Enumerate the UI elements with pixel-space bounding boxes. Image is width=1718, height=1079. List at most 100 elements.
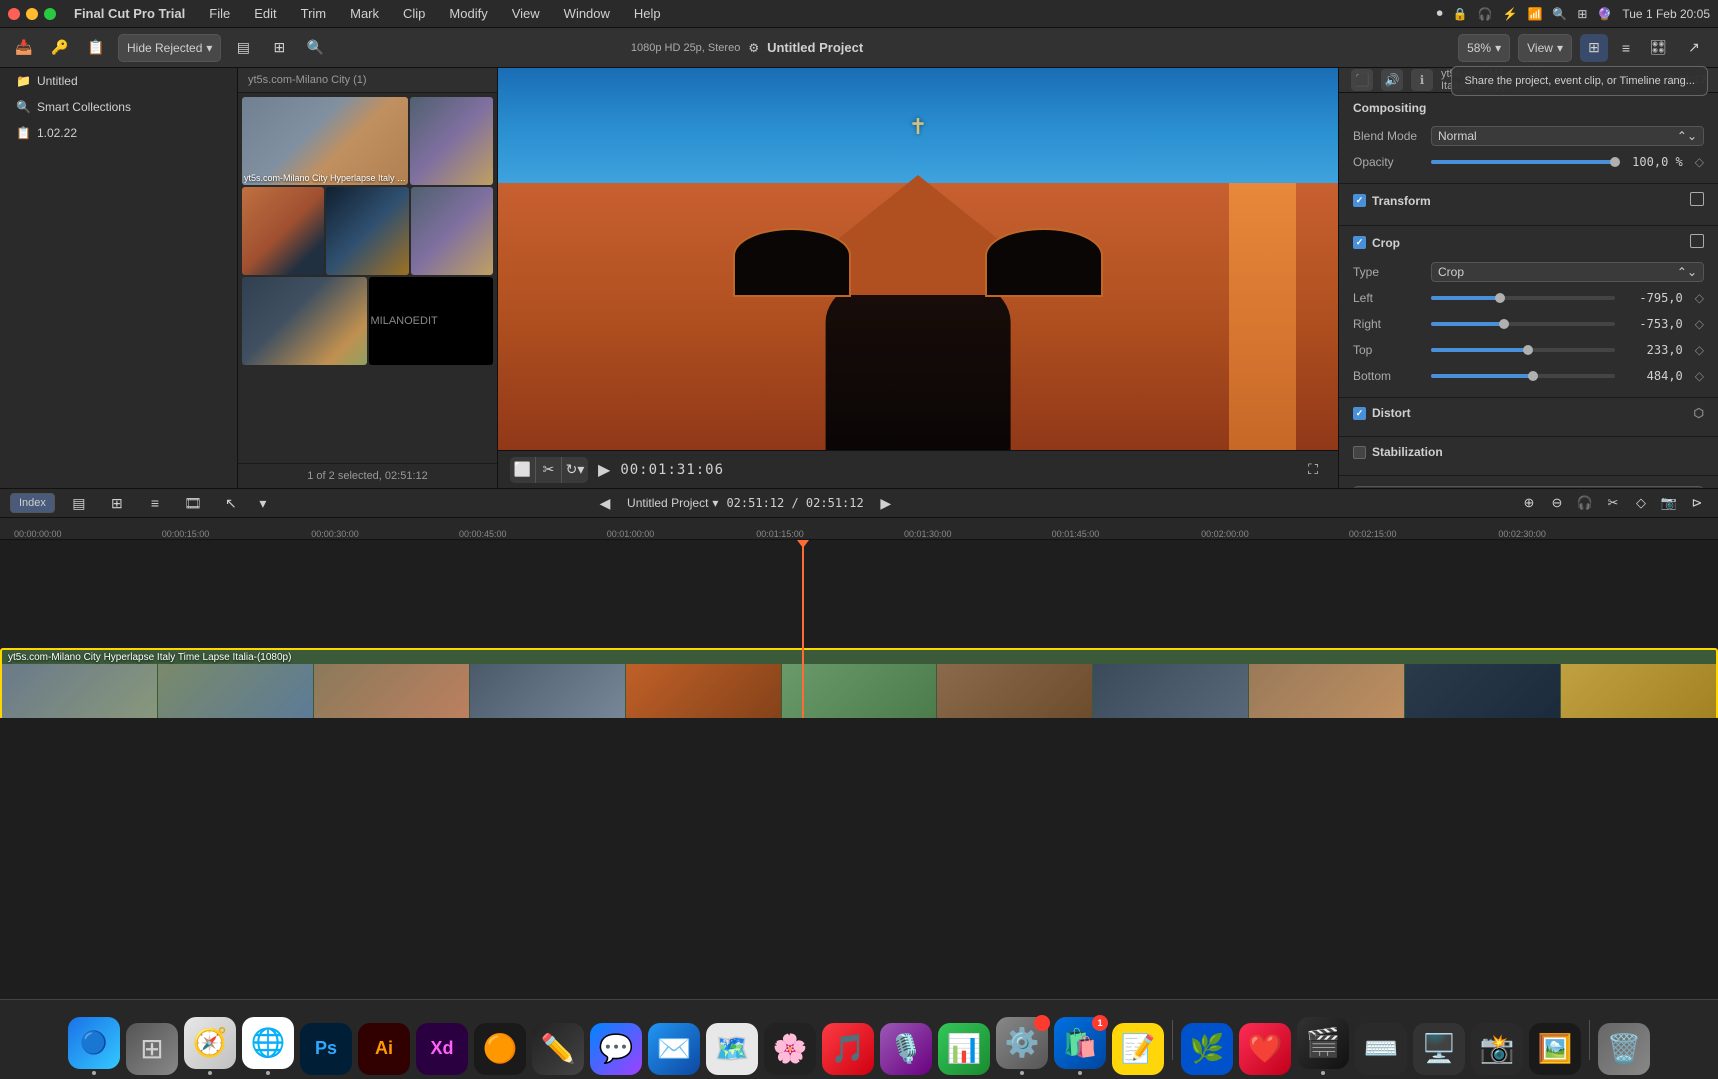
crop-top-reset[interactable]: ◇ — [1695, 343, 1704, 357]
crop-left-reset[interactable]: ◇ — [1695, 291, 1704, 305]
photoshop-icon[interactable]: Ps — [300, 1023, 352, 1075]
window-menu[interactable]: Window — [558, 4, 616, 23]
unknown1-icon[interactable]: 🖥️ — [1413, 1023, 1465, 1075]
cursor-dropdown[interactable]: ▾ — [249, 489, 277, 517]
timeline-next-btn[interactable]: ▶ — [872, 489, 900, 517]
crop-right-reset[interactable]: ◇ — [1695, 317, 1704, 331]
index-btn[interactable]: Index — [10, 493, 55, 513]
inspector-icon-btn2[interactable]: ≡ — [1612, 34, 1640, 62]
close-button[interactable] — [8, 8, 20, 20]
view-menu[interactable]: View — [506, 4, 546, 23]
timeline-headphones-btn[interactable]: 🎧 — [1574, 492, 1596, 514]
crop-right-slider[interactable] — [1431, 322, 1615, 326]
toolbar-import-btn[interactable]: 📥 — [10, 34, 38, 62]
playhead[interactable] — [802, 540, 804, 718]
share-btn[interactable]: ↗ Share the project, event clip, or Time… — [1680, 34, 1708, 62]
crop-left-thumb[interactable] — [1495, 293, 1505, 303]
thumbnail-clip7[interactable]: MILANOEDIT — [369, 277, 494, 365]
crop-top-slider[interactable] — [1431, 348, 1615, 352]
distort-expand-icon[interactable]: ⬡ — [1694, 406, 1704, 420]
timeline-zoom-in-btn[interactable]: ⊕ — [1518, 492, 1540, 514]
menubar-search-icon[interactable]: 🔍 — [1552, 7, 1567, 21]
crop-right-thumb[interactable] — [1499, 319, 1509, 329]
search-btn[interactable]: 🔍 — [301, 34, 329, 62]
inspector-icon-btn1[interactable]: ⊞ — [1580, 34, 1608, 62]
resolution-settings-icon[interactable]: ⚙ — [748, 41, 759, 55]
viewer-trim-btn[interactable]: ✂ — [536, 457, 562, 483]
crop-top-thumb[interactable] — [1523, 345, 1533, 355]
grid-view-btn[interactable]: ⊞ — [265, 34, 293, 62]
opacity-slider[interactable] — [1431, 160, 1615, 164]
xd-icon[interactable]: Xd — [416, 1023, 468, 1075]
appstore-icon[interactable]: 🛍️ 1 — [1054, 1017, 1106, 1069]
trim-menu[interactable]: Trim — [295, 4, 333, 23]
mark-menu[interactable]: Mark — [344, 4, 385, 23]
viewer-transform-dropdown[interactable]: ↻▾ — [562, 457, 588, 483]
maximize-button[interactable] — [44, 8, 56, 20]
file-menu[interactable]: File — [203, 4, 236, 23]
toolbar-metadata-btn[interactable]: 📋 — [82, 34, 110, 62]
stickies-icon[interactable]: 📝 — [1112, 1023, 1164, 1075]
viewer-fit-btn[interactable]: ⬜ — [510, 457, 536, 483]
sidebar-item-date[interactable]: 📋 1.02.22 — [4, 121, 233, 145]
save-effects-preset-btn[interactable]: Save Effects Preset — [1353, 486, 1704, 488]
fcp-icon[interactable]: 🎬 — [1297, 1017, 1349, 1069]
transform-expand-icon[interactable] — [1690, 192, 1704, 209]
crop-expand-icon[interactable] — [1690, 234, 1704, 251]
timeline-edit-btn[interactable]: ✂ — [1602, 492, 1624, 514]
blender-icon[interactable]: 🟠 — [474, 1023, 526, 1075]
opacity-edit-icon[interactable]: ◇ — [1695, 155, 1704, 169]
transform-checkbox[interactable]: ✓ — [1353, 194, 1366, 207]
thumbnail-clip5[interactable] — [411, 187, 493, 275]
thumbnail-clip6[interactable] — [242, 277, 367, 365]
thumbnail-clip1[interactable]: yt5s.com-Milano City Hyperlapse Italy Ti… — [242, 97, 408, 185]
music-icon[interactable]: 🎵 — [822, 1023, 874, 1075]
play-button[interactable]: ▶ — [598, 460, 610, 480]
sysprefs-icon[interactable]: ⚙️ — [996, 1017, 1048, 1069]
edit-menu[interactable]: Edit — [248, 4, 282, 23]
mail-icon[interactable]: ✉️ — [648, 1023, 700, 1075]
inspector-audio-btn[interactable]: 🔊 — [1381, 69, 1403, 91]
crop-bottom-reset[interactable]: ◇ — [1695, 369, 1704, 383]
numbers-icon[interactable]: 📊 — [938, 1023, 990, 1075]
crop-type-select[interactable]: Crop ⌃⌄ — [1431, 262, 1704, 282]
thumbnail-clip4[interactable] — [326, 187, 408, 275]
sidebar-item-untitled[interactable]: 📁 Untitled — [4, 69, 233, 93]
sidebar-item-smart-collections[interactable]: 🔍 Smart Collections — [4, 95, 233, 119]
podcasts-icon[interactable]: 🎙️ — [880, 1023, 932, 1075]
timeline-zoom-out-btn[interactable]: ⊖ — [1546, 492, 1568, 514]
thumbnail-clip3[interactable] — [242, 187, 324, 275]
maps-icon[interactable]: 🗺️ — [706, 1023, 758, 1075]
opacity-slider-thumb[interactable] — [1610, 157, 1620, 167]
timeline-audio-btn[interactable]: ⊳ — [1686, 492, 1708, 514]
help-menu[interactable]: Help — [628, 4, 667, 23]
crop-bottom-thumb[interactable] — [1528, 371, 1538, 381]
finder-icon[interactable]: 🔵 — [68, 1017, 120, 1069]
thumbnail-clip2[interactable] — [410, 97, 493, 185]
menubar-controlcenter-icon[interactable]: ⊞ — [1577, 7, 1587, 21]
clip-menu[interactable]: Clip — [397, 4, 431, 23]
crop-left-slider[interactable] — [1431, 296, 1615, 300]
timeline-prev-btn[interactable]: ◀ — [591, 489, 619, 517]
index-plus-btn[interactable]: ⊞ — [103, 489, 131, 517]
timeline-title-btn[interactable]: Untitled Project ▾ — [627, 496, 718, 510]
index-options-btn[interactable]: ≡ — [141, 489, 169, 517]
fantastical-icon[interactable]: ❤️ — [1239, 1023, 1291, 1075]
minimize-button[interactable] — [26, 8, 38, 20]
screenium-icon[interactable]: 📸 — [1471, 1023, 1523, 1075]
index-view-btn[interactable]: 🎞 — [179, 489, 207, 517]
stabilization-checkbox[interactable] — [1353, 446, 1366, 459]
hide-rejected-btn[interactable]: Hide Rejected ▾ — [118, 34, 221, 62]
chrome-icon[interactable]: 🌐 — [242, 1017, 294, 1069]
typeface-icon[interactable]: ⌨️ — [1355, 1023, 1407, 1075]
unknown2-icon[interactable]: 🖼️ — [1529, 1023, 1581, 1075]
cursor-btn[interactable]: ↖ — [217, 489, 245, 517]
messenger-icon[interactable]: 💬 — [590, 1023, 642, 1075]
fullscreen-btn[interactable]: ⛶ — [1300, 457, 1326, 483]
toolbar-keywords-btn[interactable]: 🔑 — [46, 34, 74, 62]
inspector-info-btn[interactable]: ℹ — [1411, 69, 1433, 91]
app-name-menu[interactable]: Final Cut Pro Trial — [68, 4, 191, 23]
menubar-siri-icon[interactable]: 🔮 — [1597, 7, 1612, 21]
clip-bar[interactable]: yt5s.com-Milano City Hyperlapse Italy Ti… — [0, 648, 1718, 718]
safari-icon[interactable]: 🧭 — [184, 1017, 236, 1069]
